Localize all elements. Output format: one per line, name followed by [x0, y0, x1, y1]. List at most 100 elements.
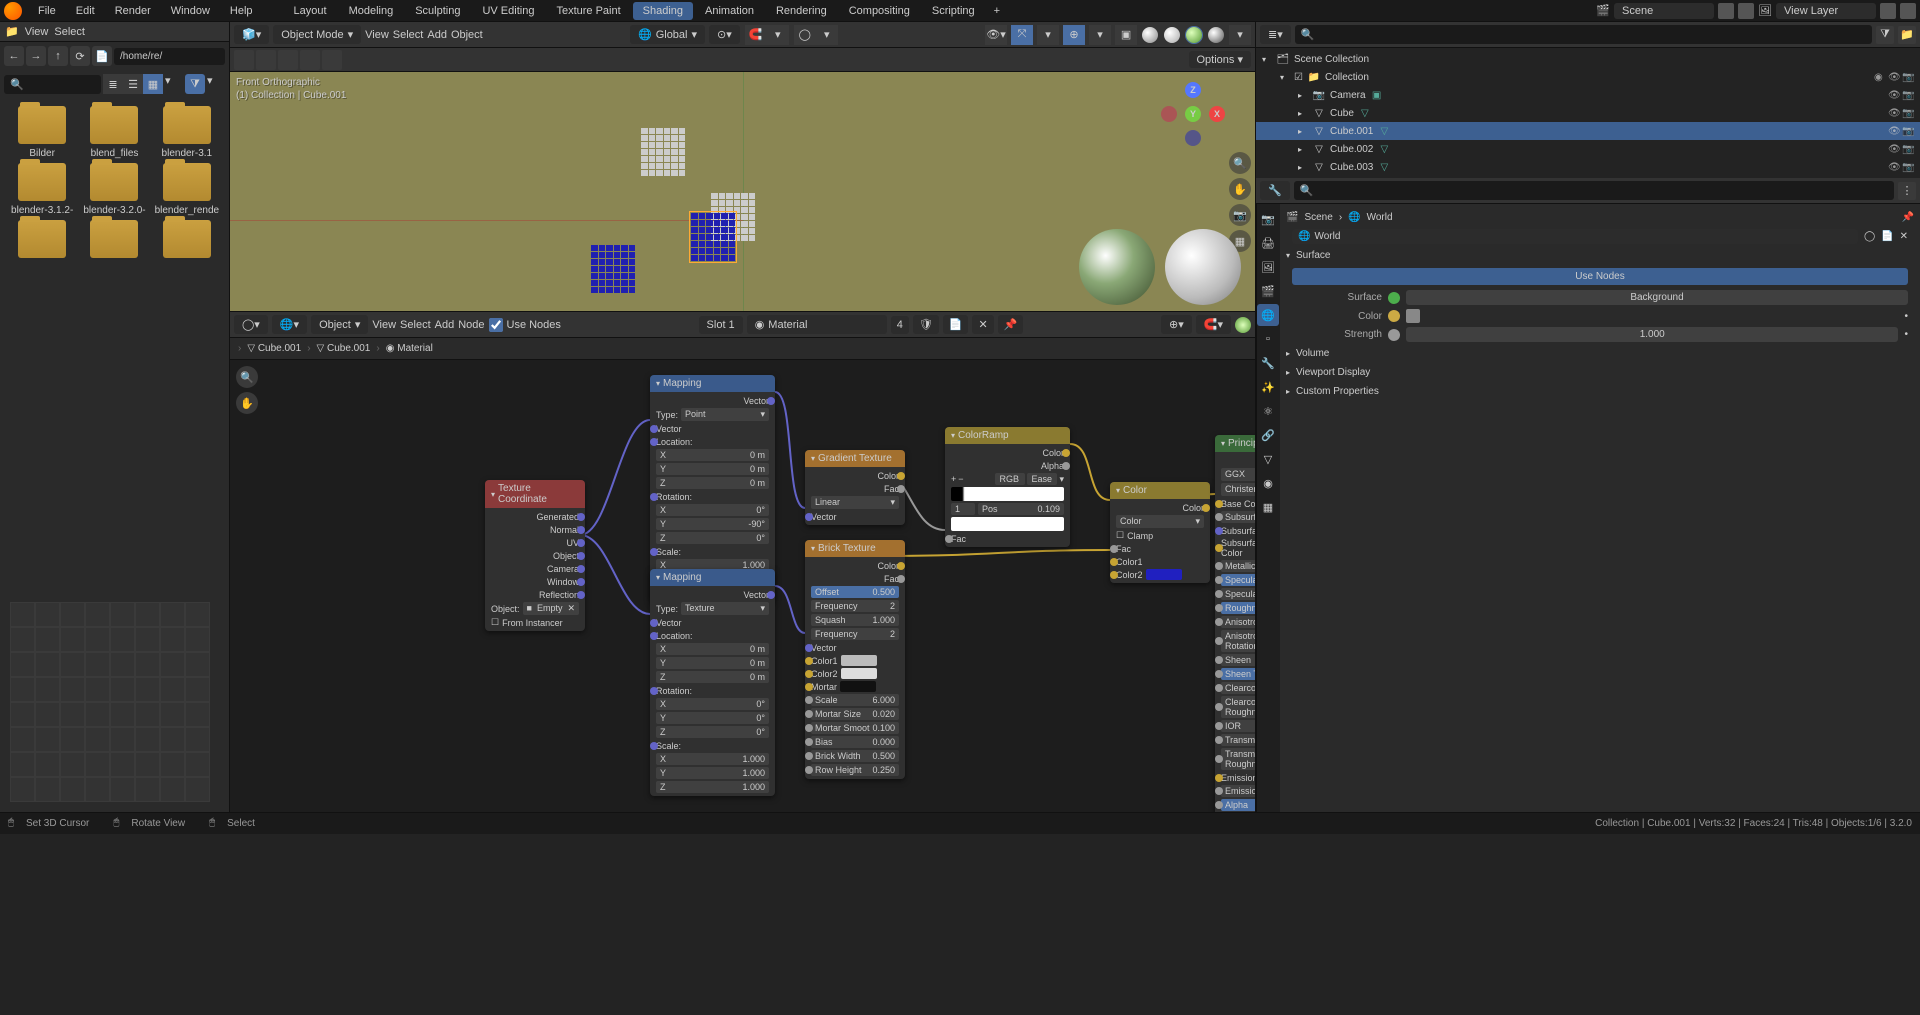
up-button[interactable]: ↑ — [48, 46, 68, 66]
display-thumbnail-icon[interactable]: ▦ — [143, 74, 163, 94]
tool-icon-4[interactable] — [300, 50, 320, 70]
tab-mesh[interactable]: ▽ — [1257, 448, 1279, 470]
tab-scripting[interactable]: Scripting — [922, 2, 985, 20]
crumb-material[interactable]: ◉ Material — [386, 343, 433, 354]
ne-add-menu[interactable]: Add — [435, 319, 455, 331]
cube-001-object[interactable] — [690, 212, 736, 262]
folder-item[interactable] — [8, 220, 76, 262]
node-mapping[interactable]: Mapping Vector Type:Point▾ Vector Locati… — [650, 375, 775, 602]
node-brick-texture[interactable]: Brick Texture Color Fac Offset0.500 Freq… — [805, 540, 905, 779]
menu-help[interactable]: Help — [220, 2, 263, 20]
world-datablock[interactable]: 🌐 World — [1292, 229, 1858, 244]
node-title[interactable]: Gradient Texture — [805, 450, 905, 467]
node-mapping[interactable]: Mapping Vector Type:Texture▾ Vector Loca… — [650, 569, 775, 796]
axis-x-icon[interactable]: X — [1209, 106, 1225, 122]
zoom-button[interactable]: 🔍 — [1229, 152, 1251, 174]
menu-edit[interactable]: Edit — [66, 2, 105, 20]
snap-toggle[interactable]: 🧲▾ — [1196, 315, 1231, 334]
tab-object[interactable]: ▫ — [1257, 328, 1279, 350]
node-texture-coordinate[interactable]: Texture Coordinate Generated Normal UV O… — [485, 480, 585, 631]
tab-viewlayer[interactable]: 🖼 — [1257, 256, 1279, 278]
zoom-button[interactable]: 🔍 — [236, 366, 258, 388]
vp-view-menu[interactable]: View — [365, 29, 389, 41]
outliner-row-cube-003[interactable]: ▸▽Cube.003▽👁📷 — [1256, 158, 1920, 176]
outliner-row-collection[interactable]: ▾☑📁Collection◉👁📷 — [1256, 68, 1920, 86]
new-folder-button[interactable]: 📄 — [92, 46, 112, 66]
tab-output[interactable]: 🖨 — [1257, 232, 1279, 254]
tab-uv-editing[interactable]: UV Editing — [472, 2, 544, 20]
options-dropdown[interactable]: Options ▾ — [1189, 51, 1252, 68]
axis-y-icon[interactable]: Y — [1185, 106, 1201, 122]
tool-icon-5[interactable] — [322, 50, 342, 70]
tab-particles[interactable]: ✨ — [1257, 376, 1279, 398]
new-material-button[interactable]: 📄 — [943, 315, 969, 334]
tab-modifiers[interactable]: 🔧 — [1257, 352, 1279, 374]
shading-solid[interactable] — [1164, 27, 1180, 43]
editor-type-dropdown[interactable]: 🧊▾ — [234, 25, 269, 44]
folder-item[interactable]: blend_files — [80, 106, 148, 159]
fb-view-menu[interactable]: View — [25, 26, 49, 38]
outliner-search[interactable]: 🔍 — [1295, 25, 1872, 44]
forward-button[interactable]: → — [26, 46, 46, 66]
tab-shading[interactable]: Shading — [633, 2, 693, 20]
snap-toggle[interactable]: 🧲 — [745, 25, 767, 45]
scene-selector[interactable]: Scene — [1614, 3, 1714, 19]
nav-gizmo[interactable]: Z Y X — [1161, 82, 1225, 146]
overlay-settings[interactable]: ▾ — [1089, 25, 1111, 45]
new-button[interactable]: ◯ — [1864, 231, 1875, 242]
new-viewlayer-button[interactable] — [1880, 3, 1896, 19]
node-gradient-texture[interactable]: Gradient Texture Color Fac Linear▾ Vecto… — [805, 450, 905, 525]
filter-button[interactable]: ⧩ — [1876, 26, 1894, 44]
tool-icon-2[interactable] — [256, 50, 276, 70]
color-ramp-gradient[interactable] — [951, 487, 1064, 501]
overlay-toggle[interactable]: ⊕ — [1063, 25, 1085, 45]
tab-scene[interactable]: 🎬 — [1257, 280, 1279, 302]
editor-type-dropdown[interactable]: ◯▾ — [234, 315, 268, 334]
tool-icon-1[interactable] — [234, 50, 254, 70]
viewport-canvas[interactable]: Front Orthographic (1) Collection | Cube… — [230, 72, 1255, 311]
axis-z-icon[interactable]: Z — [1185, 82, 1201, 98]
axis-neg-x-icon[interactable] — [1161, 106, 1177, 122]
ne-node-menu[interactable]: Node — [458, 319, 484, 331]
node-title[interactable]: Mapping — [650, 569, 775, 586]
fb-select-menu[interactable]: Select — [54, 26, 85, 38]
unlink-material-button[interactable]: ✕ — [972, 315, 993, 334]
user-count[interactable]: 4 — [891, 316, 909, 334]
axis-neg-z-icon[interactable] — [1185, 130, 1201, 146]
node-title[interactable]: Mapping — [650, 375, 775, 392]
editor-type-icon[interactable]: 📁 — [5, 25, 19, 38]
ne-view-menu[interactable]: View — [372, 319, 396, 331]
node-principled-bsdf[interactable]: Principled BSDF BSDF GGX▾ Christensen-Bu… — [1215, 435, 1255, 812]
panel-surface[interactable]: ▾Surface — [1284, 246, 1916, 265]
new-scene-button[interactable] — [1718, 3, 1734, 19]
gizmo-settings[interactable]: ▾ — [1037, 25, 1059, 45]
surface-shader-dropdown[interactable]: Background — [1406, 290, 1908, 305]
folder-item[interactable] — [153, 220, 221, 262]
menu-window[interactable]: Window — [161, 2, 220, 20]
proportional-toggle[interactable]: ◯ — [794, 25, 816, 45]
mode-dropdown[interactable]: Object Mode ▾ — [273, 25, 361, 44]
ne-select-menu[interactable]: Select — [400, 319, 431, 331]
filter-settings-button[interactable]: ▾ — [207, 74, 225, 94]
chevron-down-icon[interactable]: ▾ — [1059, 474, 1064, 485]
tab-layout[interactable]: Layout — [284, 2, 337, 20]
node-title[interactable]: Brick Texture — [805, 540, 905, 557]
display-list-horiz-icon[interactable]: ☰ — [123, 74, 143, 94]
pin-button[interactable]: 📌 — [998, 315, 1024, 334]
editor-type-dropdown[interactable]: 🔧 — [1260, 181, 1290, 200]
node-title[interactable]: Color — [1110, 482, 1210, 499]
folder-item[interactable]: blender-3.1.2- — [8, 163, 76, 216]
outliner-row-camera[interactable]: ▸📷Camera▣👁📷 — [1256, 86, 1920, 104]
crumb-mesh[interactable]: ▽ Cube.001 — [317, 343, 371, 354]
snap-settings[interactable]: ▾ — [767, 25, 789, 45]
node-mix-color[interactable]: Color Color Color▾ ☐Clamp Fac Color1 Col… — [1110, 482, 1210, 583]
color-swatch[interactable] — [951, 517, 1064, 531]
pin-icon[interactable]: 📌 — [1902, 212, 1914, 223]
panel-volume[interactable]: ▸Volume — [1284, 344, 1916, 363]
viewlayer-selector[interactable]: View Layer — [1776, 3, 1876, 19]
tab-world[interactable]: 🌐 — [1257, 304, 1279, 326]
folder-item[interactable]: blender-3.2.0- — [80, 163, 148, 216]
camera-view-button[interactable]: 📷 — [1229, 204, 1251, 226]
object-picker[interactable]: ■ Empty ✕ — [523, 602, 579, 615]
display-settings-button[interactable]: ▾ — [165, 74, 183, 94]
